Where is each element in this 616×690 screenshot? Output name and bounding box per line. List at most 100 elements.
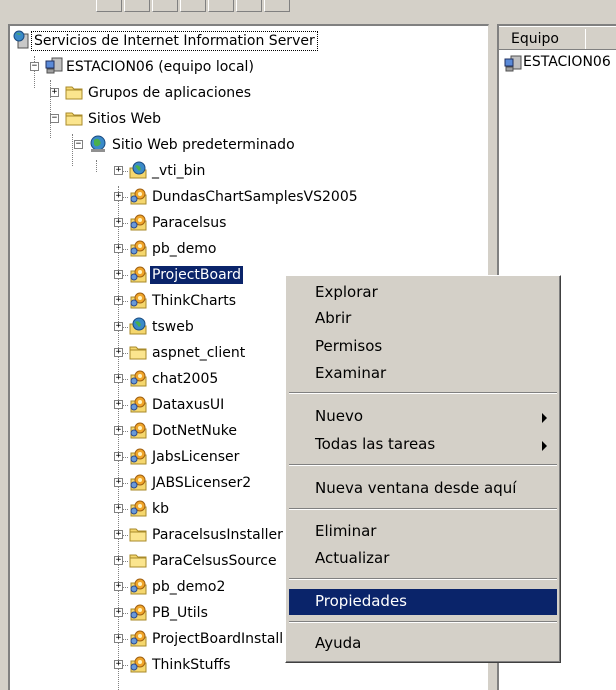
tree-node-label: ProjectBoardInstall: [152, 631, 284, 647]
menu-item-explore[interactable]: Explorar: [289, 280, 557, 306]
menu-item-label: Propiedades: [315, 592, 407, 610]
toolbar-button[interactable]: [96, 0, 122, 12]
collapse-icon[interactable]: −: [50, 114, 59, 123]
menu-item-refresh[interactable]: Actualizar: [289, 546, 557, 572]
globe-app-icon: [128, 160, 148, 180]
expand-icon[interactable]: +: [114, 400, 123, 409]
expand-icon[interactable]: +: [114, 452, 123, 461]
expand-icon[interactable]: +: [114, 322, 123, 331]
toolbar-button[interactable]: [236, 0, 262, 12]
gear-app-icon: [128, 472, 148, 492]
website-globe-icon: [88, 134, 108, 154]
context-menu: Explorar Abrir Permisos Examinar Nuevo T…: [285, 275, 561, 663]
gear-app-icon: [128, 290, 148, 310]
gear-app-icon: [128, 186, 148, 206]
column-header-equipo[interactable]: Equipo: [499, 26, 616, 50]
tree-node-label: DotNetNuke: [152, 423, 237, 439]
menu-item-label: Explorar: [315, 283, 378, 301]
menu-item-label: Abrir: [315, 309, 352, 327]
toolbar-button[interactable]: [264, 0, 290, 12]
tree-node-label: DundasChartSamplesVS2005: [152, 189, 358, 205]
gear-app-icon: [128, 264, 148, 284]
tree-node-label: JABSLicenser2: [152, 475, 252, 491]
menu-item-permissions[interactable]: Permisos: [289, 334, 557, 360]
expand-icon[interactable]: +: [114, 582, 123, 591]
tree-node-label: DataxusUI: [152, 397, 225, 413]
toolbar-button[interactable]: [208, 0, 234, 12]
expand-icon[interactable]: +: [114, 374, 123, 383]
menu-item-properties[interactable]: Propiedades: [289, 589, 557, 615]
expand-icon[interactable]: +: [114, 296, 123, 305]
gear-app-icon: [128, 394, 148, 414]
menu-item-label: Eliminar: [315, 522, 377, 540]
expand-icon[interactable]: +: [50, 88, 59, 97]
toolbar-button[interactable]: [124, 0, 150, 12]
tree-node-label: ThinkCharts: [152, 293, 237, 309]
menu-item-label: Actualizar: [315, 549, 390, 567]
expand-icon[interactable]: +: [114, 166, 123, 175]
expand-icon[interactable]: +: [114, 660, 123, 669]
expand-icon[interactable]: +: [114, 218, 123, 227]
submenu-arrow-icon: [542, 413, 547, 423]
menu-item-new[interactable]: Nuevo: [289, 404, 557, 430]
expand-icon[interactable]: +: [114, 634, 123, 643]
list-item-label: ESTACION06: [523, 54, 611, 70]
tree-node-label: chat2005: [152, 371, 219, 387]
tree-node-iis-root[interactable]: Servicios de Internet Information Server: [10, 30, 390, 52]
expand-icon[interactable]: +: [114, 530, 123, 539]
tree-node-computer[interactable]: − ESTACION06 (equipo local): [10, 56, 340, 78]
tree-node-app-pools[interactable]: + Grupos de aplicaciones: [10, 82, 340, 104]
menu-item-label: Nuevo: [315, 407, 364, 425]
expand-icon[interactable]: +: [114, 348, 123, 357]
tree-node--vti-bin[interactable]: + _vti_bin: [10, 160, 488, 182]
menu-item-label: Todas las tareas: [315, 435, 436, 453]
tree-node-pb-demo[interactable]: + pb_demo: [10, 238, 488, 260]
column-header-label: Equipo: [511, 31, 559, 47]
expand-icon[interactable]: +: [114, 608, 123, 617]
menu-item-new-window[interactable]: Nueva ventana desde aquí: [289, 476, 557, 502]
expand-icon[interactable]: +: [114, 270, 123, 279]
tree-node-label: JabsLicenser: [152, 449, 240, 465]
toolbar-strip: [0, 0, 616, 22]
expand-icon[interactable]: +: [114, 504, 123, 513]
gear-app-icon: [128, 576, 148, 596]
folder-icon: [128, 524, 148, 544]
gear-app-icon: [128, 628, 148, 648]
menu-item-open[interactable]: Abrir: [289, 306, 557, 332]
expand-icon[interactable]: +: [114, 478, 123, 487]
collapse-icon[interactable]: −: [30, 62, 39, 71]
menu-item-label: Examinar: [315, 364, 387, 382]
tree-node-label: Grupos de aplicaciones: [88, 85, 252, 101]
tree-node-default-site[interactable]: − Sitio Web predeterminado: [10, 134, 370, 156]
expand-icon[interactable]: +: [114, 192, 123, 201]
expand-icon[interactable]: +: [114, 556, 123, 565]
menu-item-delete[interactable]: Eliminar: [289, 519, 557, 545]
tree-node-paracelsus[interactable]: + Paracelsus: [10, 212, 488, 234]
folder-icon: [128, 550, 148, 570]
computer-icon: [44, 56, 64, 76]
expand-icon[interactable]: +: [114, 426, 123, 435]
tree-node-dundaschartsamplesvs2005[interactable]: + DundasChartSamplesVS2005: [10, 186, 488, 208]
gear-app-icon: [128, 446, 148, 466]
menu-item-all-tasks[interactable]: Todas las tareas: [289, 432, 557, 458]
tree-node-web-sites[interactable]: − Sitios Web: [10, 108, 210, 130]
tree-node-label: Sitio Web predeterminado: [112, 137, 295, 153]
tree-node-label: ProjectBoard: [150, 266, 244, 284]
menu-item-label: Nueva ventana desde aquí: [315, 479, 517, 497]
tree-node-label: tsweb: [152, 319, 194, 335]
toolbar-button[interactable]: [180, 0, 206, 12]
gear-app-icon: [128, 420, 148, 440]
expand-icon[interactable]: +: [114, 244, 123, 253]
column-separator[interactable]: [585, 29, 586, 49]
menu-item-label: Permisos: [315, 337, 383, 355]
menu-item-help[interactable]: Ayuda: [289, 631, 557, 657]
folder-icon: [128, 342, 148, 362]
gear-app-icon: [128, 212, 148, 232]
toolbar-button[interactable]: [152, 0, 178, 12]
iis-icon: [12, 30, 32, 50]
menu-item-browse[interactable]: Examinar: [289, 361, 557, 387]
menu-separator: [289, 508, 557, 510]
tree-node-label: kb: [152, 501, 169, 517]
collapse-icon[interactable]: −: [74, 140, 83, 149]
menu-separator: [289, 578, 557, 580]
